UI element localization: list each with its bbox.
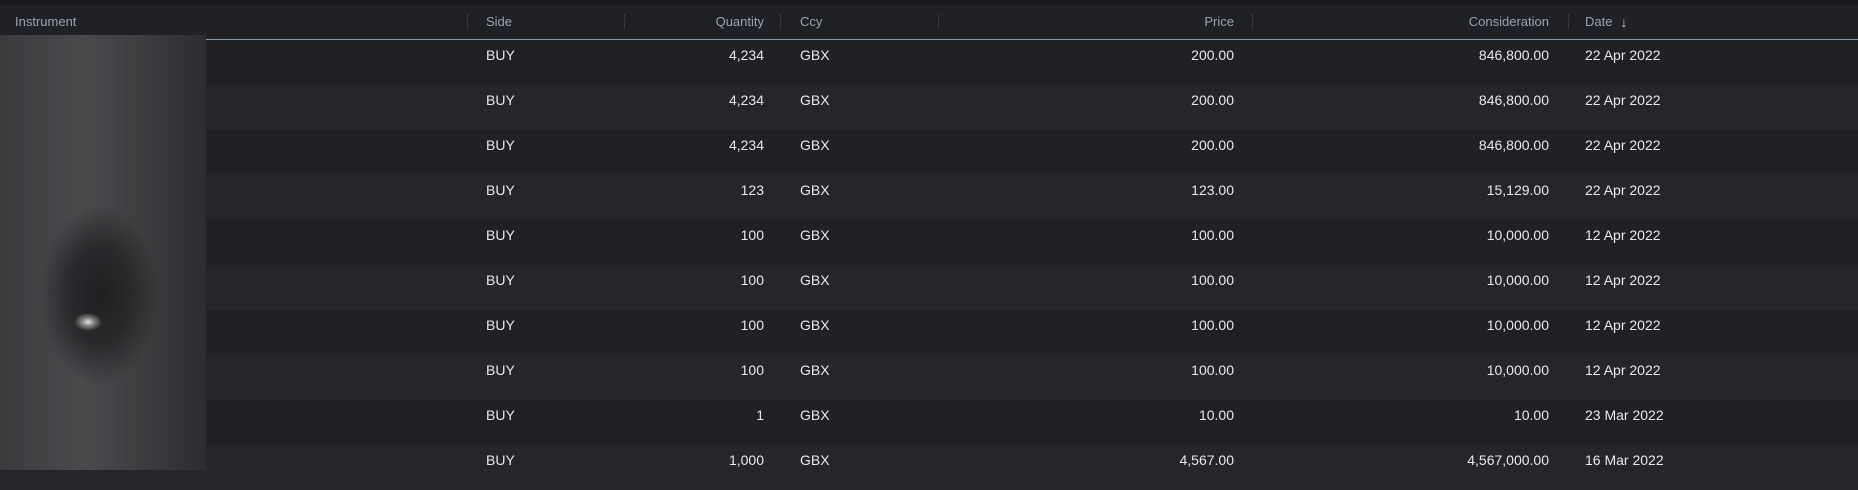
cell-side: BUY xyxy=(486,137,515,153)
cell-side: BUY xyxy=(486,362,515,378)
cell-date: 12 Apr 2022 xyxy=(1585,317,1661,333)
cell-price: 100.00 xyxy=(1191,272,1234,288)
cell-consideration: 846,800.00 xyxy=(1478,47,1549,63)
cell-side: BUY xyxy=(486,92,515,108)
table-row[interactable]: BUY 1,000 GBX 4,567.00 4,567,000.00 16 Mar 20… xyxy=(0,445,1858,490)
column-header-ccy[interactable]: Ccy xyxy=(800,5,822,39)
cell-consideration: 846,800.00 xyxy=(1478,137,1549,153)
cell-side: BUY xyxy=(486,182,515,198)
column-resize-handle[interactable] xyxy=(1252,15,1254,29)
column-header-quantity[interactable]: Quantity xyxy=(640,5,764,39)
cell-price: 10.00 xyxy=(1198,407,1234,423)
cell-price: 100.00 xyxy=(1191,317,1234,333)
cell-ccy: GBX xyxy=(800,137,830,153)
table-row[interactable]: BUY 100 GBX 100.00 10,000.00 12 Apr 2022 xyxy=(0,265,1858,310)
cell-quantity: 1,000 xyxy=(728,452,764,468)
cell-quantity: 4,234 xyxy=(728,92,764,108)
column-header-date[interactable]: Date ↓ xyxy=(1585,5,1627,39)
table-row[interactable]: BUY 123 GBX 123.00 15,129.00 22 Apr 2022 xyxy=(0,175,1858,220)
cell-ccy: GBX xyxy=(800,227,830,243)
cell-date: 12 Apr 2022 xyxy=(1585,362,1661,378)
cell-date: 12 Apr 2022 xyxy=(1585,227,1661,243)
column-header-price[interactable]: Price xyxy=(960,5,1234,39)
column-header-date-label: Date xyxy=(1585,14,1613,29)
cell-side: BUY xyxy=(486,227,515,243)
column-resize-handle[interactable] xyxy=(780,15,782,29)
cell-ccy: GBX xyxy=(800,47,830,63)
column-resize-handle[interactable] xyxy=(467,15,469,29)
column-header-side[interactable]: Side xyxy=(486,5,512,39)
cell-consideration: 4,567,000.00 xyxy=(1467,452,1549,468)
cell-consideration: 10.00 xyxy=(1513,407,1549,423)
cell-date: 22 Apr 2022 xyxy=(1585,92,1661,108)
cell-price: 100.00 xyxy=(1191,362,1234,378)
cell-price: 4,567.00 xyxy=(1179,452,1235,468)
column-resize-handle[interactable] xyxy=(1568,15,1570,29)
cell-ccy: GBX xyxy=(800,452,830,468)
arrow-down-icon[interactable]: ↓ xyxy=(1620,5,1627,39)
cell-side: BUY xyxy=(486,47,515,63)
cell-quantity: 100 xyxy=(740,317,764,333)
cell-quantity: 100 xyxy=(740,227,764,243)
redacted-instrument-image xyxy=(0,35,206,470)
cell-quantity: 123 xyxy=(740,182,764,198)
cell-consideration: 10,000.00 xyxy=(1486,227,1549,243)
cell-side: BUY xyxy=(486,317,515,333)
cell-consideration: 10,000.00 xyxy=(1486,272,1549,288)
column-resize-handle[interactable] xyxy=(938,15,940,29)
cell-ccy: GBX xyxy=(800,407,830,423)
cell-side: BUY xyxy=(486,452,515,468)
trades-grid: Instrument Side Quantity Ccy Price Consi… xyxy=(0,5,1858,490)
cell-price: 200.00 xyxy=(1191,137,1234,153)
cell-consideration: 846,800.00 xyxy=(1478,92,1549,108)
cell-ccy: GBX xyxy=(800,182,830,198)
cell-price: 200.00 xyxy=(1191,92,1234,108)
cell-consideration: 10,000.00 xyxy=(1486,362,1549,378)
column-header-instrument[interactable]: Instrument xyxy=(15,5,76,39)
cell-quantity: 100 xyxy=(740,362,764,378)
cell-date: 12 Apr 2022 xyxy=(1585,272,1661,288)
grid-header: Instrument Side Quantity Ccy Price Consi… xyxy=(0,5,1858,40)
cell-side: BUY xyxy=(486,272,515,288)
table-row[interactable]: BUY 100 GBX 100.00 10,000.00 12 Apr 2022 xyxy=(0,310,1858,355)
cell-price: 123.00 xyxy=(1191,182,1234,198)
table-row[interactable]: BUY 1 GBX 10.00 10.00 23 Mar 2022 xyxy=(0,400,1858,445)
cell-consideration: 10,000.00 xyxy=(1486,317,1549,333)
cell-ccy: GBX xyxy=(800,272,830,288)
cell-date: 16 Mar 2022 xyxy=(1585,452,1664,468)
table-row[interactable]: BUY 4,234 GBX 200.00 846,800.00 22 Apr 2022 xyxy=(0,85,1858,130)
column-header-consideration[interactable]: Consideration xyxy=(1270,5,1549,39)
cell-quantity: 100 xyxy=(740,272,764,288)
cell-date: 22 Apr 2022 xyxy=(1585,137,1661,153)
cell-quantity: 1 xyxy=(756,407,764,423)
cell-consideration: 15,129.00 xyxy=(1486,182,1549,198)
cell-date: 22 Apr 2022 xyxy=(1585,47,1661,63)
table-row[interactable]: BUY 100 GBX 100.00 10,000.00 12 Apr 2022 xyxy=(0,355,1858,400)
cell-date: 22 Apr 2022 xyxy=(1585,182,1661,198)
cell-ccy: GBX xyxy=(800,362,830,378)
cell-quantity: 4,234 xyxy=(728,137,764,153)
cell-price: 100.00 xyxy=(1191,227,1234,243)
cell-quantity: 4,234 xyxy=(728,47,764,63)
table-row[interactable]: BUY 4,234 GBX 200.00 846,800.00 22 Apr 2022 xyxy=(0,130,1858,175)
cell-price: 200.00 xyxy=(1191,47,1234,63)
cell-ccy: GBX xyxy=(800,317,830,333)
cell-date: 23 Mar 2022 xyxy=(1585,407,1664,423)
table-row[interactable]: BUY 100 GBX 100.00 10,000.00 12 Apr 2022 xyxy=(0,220,1858,265)
cell-ccy: GBX xyxy=(800,92,830,108)
column-resize-handle[interactable] xyxy=(624,15,626,29)
cell-side: BUY xyxy=(486,407,515,423)
table-row[interactable]: BUY 4,234 GBX 200.00 846,800.00 22 Apr 2022 xyxy=(0,40,1858,85)
